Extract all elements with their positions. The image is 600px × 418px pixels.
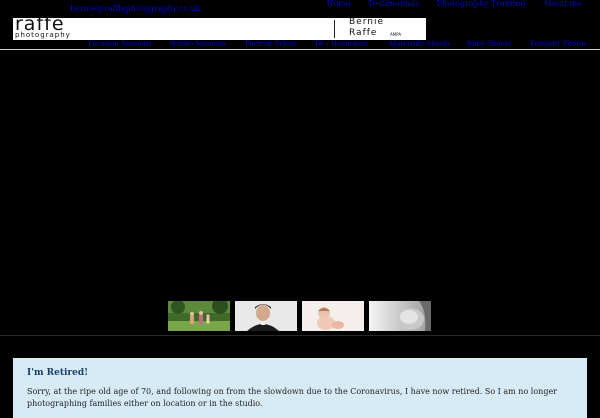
logo-divider xyxy=(334,20,335,38)
header-rule xyxy=(0,49,600,50)
top-nav-about-me[interactable]: About me xyxy=(543,0,582,8)
logo-credentials: AMPA xyxy=(390,32,402,37)
nav-maternity-shoots[interactable]: Maternity Shoots xyxy=(389,41,451,48)
retirement-notice: I'm Retired! Sorry, at the ripe old age … xyxy=(13,358,587,418)
top-nav-home[interactable]: Home xyxy=(327,0,351,8)
email-link[interactable]: bernie@rafflephotography.co.uk xyxy=(70,4,201,13)
notice-title: I'm Retired! xyxy=(27,368,89,378)
thumbnail-man-portrait[interactable] xyxy=(235,301,297,331)
nav-passport-photos[interactable]: Passport Photos xyxy=(530,41,587,48)
thumbnail-family-outdoor[interactable] xyxy=(168,301,230,331)
nav-studio-sessions[interactable]: Studio Sessions xyxy=(170,41,226,48)
notice-body: Sorry, at the ripe old age of 70, and fo… xyxy=(27,387,558,408)
logo-brand: raffe photography xyxy=(15,13,79,40)
site-logo[interactable]: raffe photography Bernie Raffe AMPA xyxy=(13,13,426,40)
nav-tr-headshots[interactable]: TR / Headshots xyxy=(314,41,368,48)
nav-location-sessions[interactable]: Location Sessions xyxy=(88,41,152,48)
top-nav-photography-training[interactable]: Photography Training xyxy=(437,0,526,8)
logo-name-first: Bernie xyxy=(349,17,384,27)
nav-portrait-prices[interactable]: Portrait Prices xyxy=(245,41,297,48)
logo-brand-sub: photography xyxy=(15,31,71,39)
thumbnail-maternity-bw[interactable] xyxy=(369,301,431,331)
logo-name-last: Raffe xyxy=(349,28,378,38)
top-nav: Home Testimonials Photography Training A… xyxy=(312,0,583,8)
main-nav: Location Sessions Studio Sessions Portra… xyxy=(0,41,600,48)
content-rule xyxy=(0,335,600,336)
nav-baby-shoots[interactable]: Baby Shoots xyxy=(467,41,511,48)
thumbnail-baby-studio[interactable] xyxy=(302,301,364,331)
top-nav-testimonials[interactable]: Testimonials xyxy=(368,0,419,8)
thumbnail-strip xyxy=(168,301,432,331)
